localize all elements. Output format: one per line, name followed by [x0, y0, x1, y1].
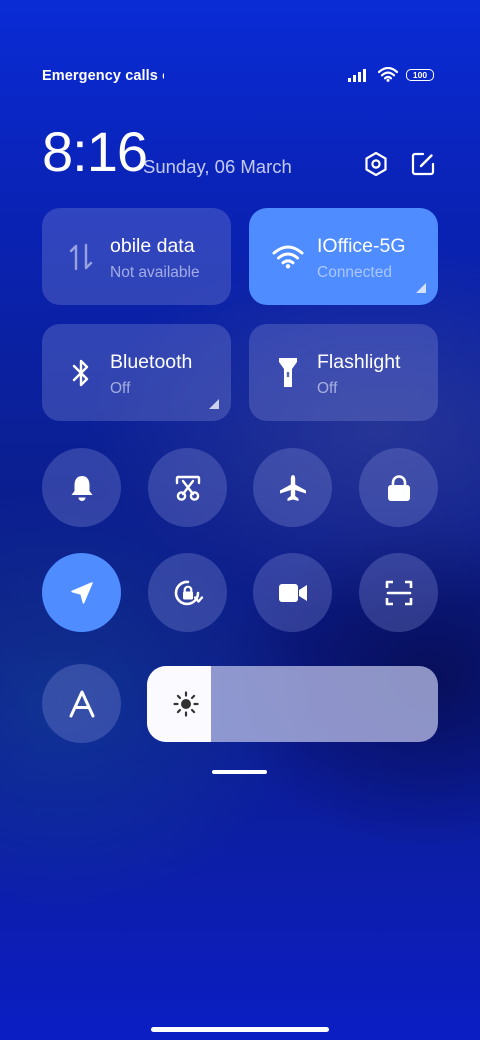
- font-a-icon: [69, 690, 94, 717]
- tile-wifi-title: IOffice-5G: [317, 235, 406, 257]
- scan-icon: [385, 580, 412, 605]
- bluetooth-icon: [64, 358, 98, 388]
- tile-bluetooth-subtitle: Off: [110, 380, 131, 397]
- tile-flashlight-subtitle: Off: [317, 380, 338, 397]
- tile-wifi[interactable]: IOffice-5G Connected: [249, 208, 438, 305]
- status-icons: 100: [348, 67, 434, 82]
- status-carrier-text: Emergency calls o: [42, 68, 164, 84]
- video-camera-icon: [278, 583, 307, 602]
- tile-mobile-data-title: obile data: [110, 235, 195, 257]
- clock-time: 8:16: [42, 120, 148, 183]
- toggle-scanner[interactable]: [359, 553, 438, 632]
- sun-icon: [173, 691, 199, 717]
- tile-wifi-subtitle: Connected: [317, 264, 392, 281]
- panel-drag-handle[interactable]: [212, 770, 267, 774]
- toggle-screenshot[interactable]: [148, 448, 227, 527]
- battery-icon: 100: [406, 68, 434, 81]
- tile-bluetooth[interactable]: Bluetooth Off: [42, 324, 231, 421]
- mobile-data-icon: [64, 242, 98, 272]
- home-indicator[interactable]: [151, 1027, 329, 1032]
- screenshot-icon: [175, 475, 200, 501]
- edit-icon[interactable]: [409, 150, 437, 178]
- toggle-ringer[interactable]: [42, 448, 121, 527]
- toggle-location[interactable]: [42, 553, 121, 632]
- toggle-screen-record[interactable]: [253, 553, 332, 632]
- flashlight-icon: [271, 358, 305, 388]
- airplane-icon: [279, 474, 306, 501]
- settings-icon[interactable]: [362, 150, 390, 178]
- toggle-rotation-lock[interactable]: [148, 553, 227, 632]
- tile-mobile-data-subtitle: Not available: [110, 264, 200, 281]
- toggle-reading-mode[interactable]: [42, 664, 121, 743]
- toggle-airplane[interactable]: [253, 448, 332, 527]
- wifi-icon: [271, 242, 305, 272]
- tile-flashlight-title: Flashlight: [317, 351, 401, 373]
- date-text: Sunday, 06 March: [143, 156, 292, 177]
- tile-mobile-data[interactable]: obile data Not available: [42, 208, 231, 305]
- signal-icon: [348, 68, 366, 82]
- location-arrow-icon: [70, 581, 93, 604]
- tile-bluetooth-title: Bluetooth: [110, 351, 193, 373]
- brightness-slider[interactable]: [147, 666, 438, 742]
- expand-corner-icon[interactable]: [209, 399, 219, 409]
- tile-flashlight[interactable]: Flashlight Off: [249, 324, 438, 421]
- bell-icon: [71, 475, 92, 501]
- rotation-lock-icon: [174, 580, 203, 605]
- toggle-lock[interactable]: [359, 448, 438, 527]
- wifi-icon: [378, 67, 398, 82]
- lock-icon: [387, 474, 410, 501]
- expand-corner-icon[interactable]: [416, 283, 426, 293]
